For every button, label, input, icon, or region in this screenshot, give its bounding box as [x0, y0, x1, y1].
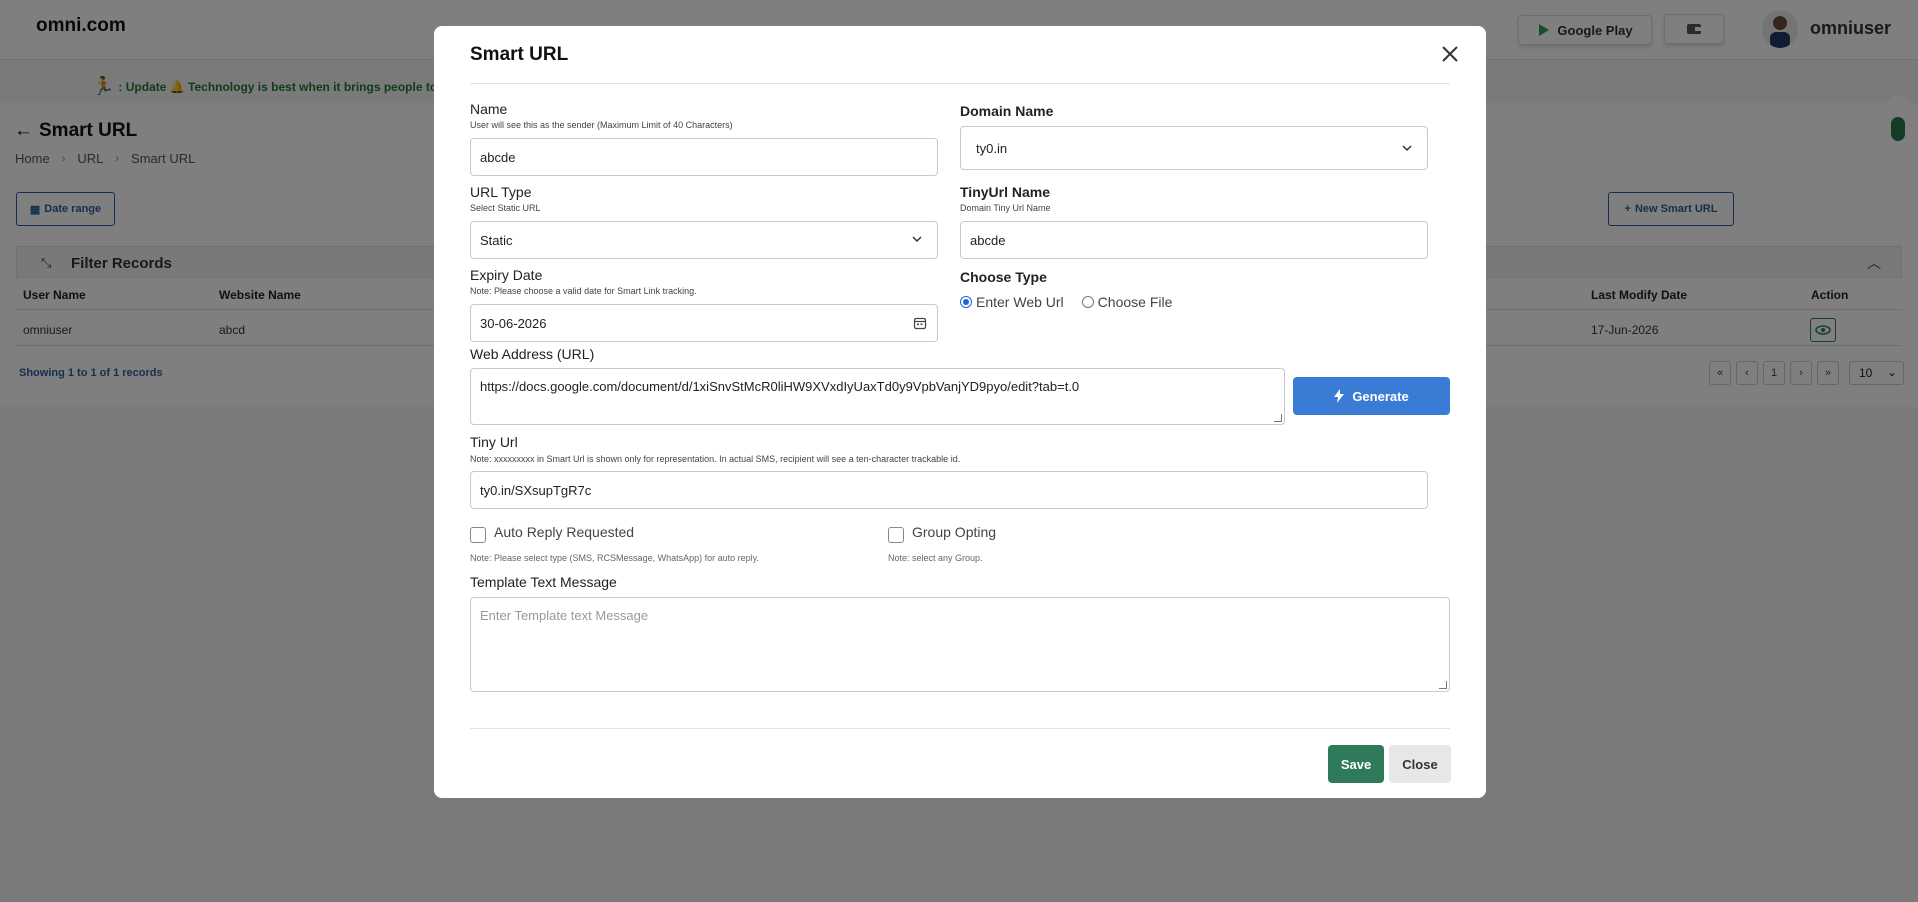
tiny-url-note: Note: xxxxxxxxx in Smart Url is shown on…: [470, 454, 961, 464]
radio-choose-file-label[interactable]: Choose File: [1098, 294, 1173, 310]
resize-handle[interactable]: [1439, 681, 1447, 689]
tinyurl-name-note: Domain Tiny Url Name: [960, 203, 1051, 213]
group-opting-label[interactable]: Group Opting: [912, 524, 996, 540]
tiny-url-input[interactable]: ty0.in/SXsupTgR7c: [470, 471, 1428, 509]
modal-title: Smart URL: [470, 44, 569, 65]
template-placeholder: Enter Template text Message: [480, 608, 649, 623]
domain-value: ty0.in: [976, 140, 1008, 156]
url-type-label: URL Type: [470, 184, 532, 200]
generate-button[interactable]: Generate: [1293, 377, 1450, 415]
expiry-date-value: 30-06-2026: [480, 315, 547, 331]
modal-divider: [470, 83, 1450, 84]
chevron-down-icon: [1402, 145, 1412, 152]
expiry-note: Note: Please choose a valid date for Sma…: [470, 286, 697, 296]
tinyurl-name-input[interactable]: abcde: [960, 221, 1428, 259]
web-address-label: Web Address (URL): [470, 346, 595, 362]
calendar-icon[interactable]: [913, 316, 927, 330]
close-icon[interactable]: [1438, 42, 1462, 66]
tiny-url-label: Tiny Url: [470, 434, 518, 450]
auto-reply-checkbox[interactable]: [470, 527, 486, 543]
name-value: abcde: [480, 149, 516, 165]
smart-url-modal: Smart URL Name User will see this as the…: [434, 26, 1486, 798]
name-note: User will see this as the sender (Maximu…: [470, 120, 733, 130]
domain-label: Domain Name: [960, 103, 1054, 119]
choose-type-group: Enter Web Url Choose File: [960, 294, 1172, 310]
web-address-textarea[interactable]: https://docs.google.com/document/d/1xiSn…: [470, 368, 1285, 425]
choose-type-label: Choose Type: [960, 269, 1047, 285]
resize-handle[interactable]: [1274, 414, 1282, 422]
generate-label: Generate: [1352, 388, 1409, 404]
save-button[interactable]: Save: [1328, 745, 1384, 783]
group-opting-checkbox[interactable]: [888, 527, 904, 543]
auto-reply-label[interactable]: Auto Reply Requested: [494, 524, 634, 540]
radio-enter-web-url[interactable]: [960, 296, 972, 308]
tinyurl-name-value: abcde: [970, 232, 1006, 248]
bolt-icon: [1334, 389, 1345, 403]
auto-reply-note: Note: Please select type (SMS, RCSMessag…: [470, 553, 759, 563]
web-address-value: https://docs.google.com/document/d/1xiSn…: [480, 379, 1080, 394]
url-type-select[interactable]: Static: [470, 221, 938, 259]
url-type-note: Select Static URL: [470, 203, 541, 213]
expiry-date-input[interactable]: 30-06-2026: [470, 304, 938, 342]
group-opting-note: Note: select any Group.: [888, 553, 983, 563]
tiny-url-value: ty0.in/SXsupTgR7c: [480, 482, 592, 498]
tinyurl-name-label: TinyUrl Name: [960, 184, 1050, 200]
name-input[interactable]: abcde: [470, 138, 938, 176]
expiry-label: Expiry Date: [470, 267, 543, 283]
radio-enter-web-url-label[interactable]: Enter Web Url: [976, 294, 1064, 310]
template-textarea[interactable]: Enter Template text Message: [470, 597, 1450, 692]
radio-choose-file[interactable]: [1081, 296, 1094, 308]
chevron-down-icon: [912, 236, 922, 243]
url-type-value: Static: [480, 232, 513, 248]
template-label: Template Text Message: [470, 574, 617, 590]
modal-divider: [470, 728, 1450, 729]
name-label: Name: [470, 101, 508, 117]
close-button[interactable]: Close: [1389, 745, 1451, 783]
domain-select[interactable]: ty0.in: [960, 126, 1428, 170]
